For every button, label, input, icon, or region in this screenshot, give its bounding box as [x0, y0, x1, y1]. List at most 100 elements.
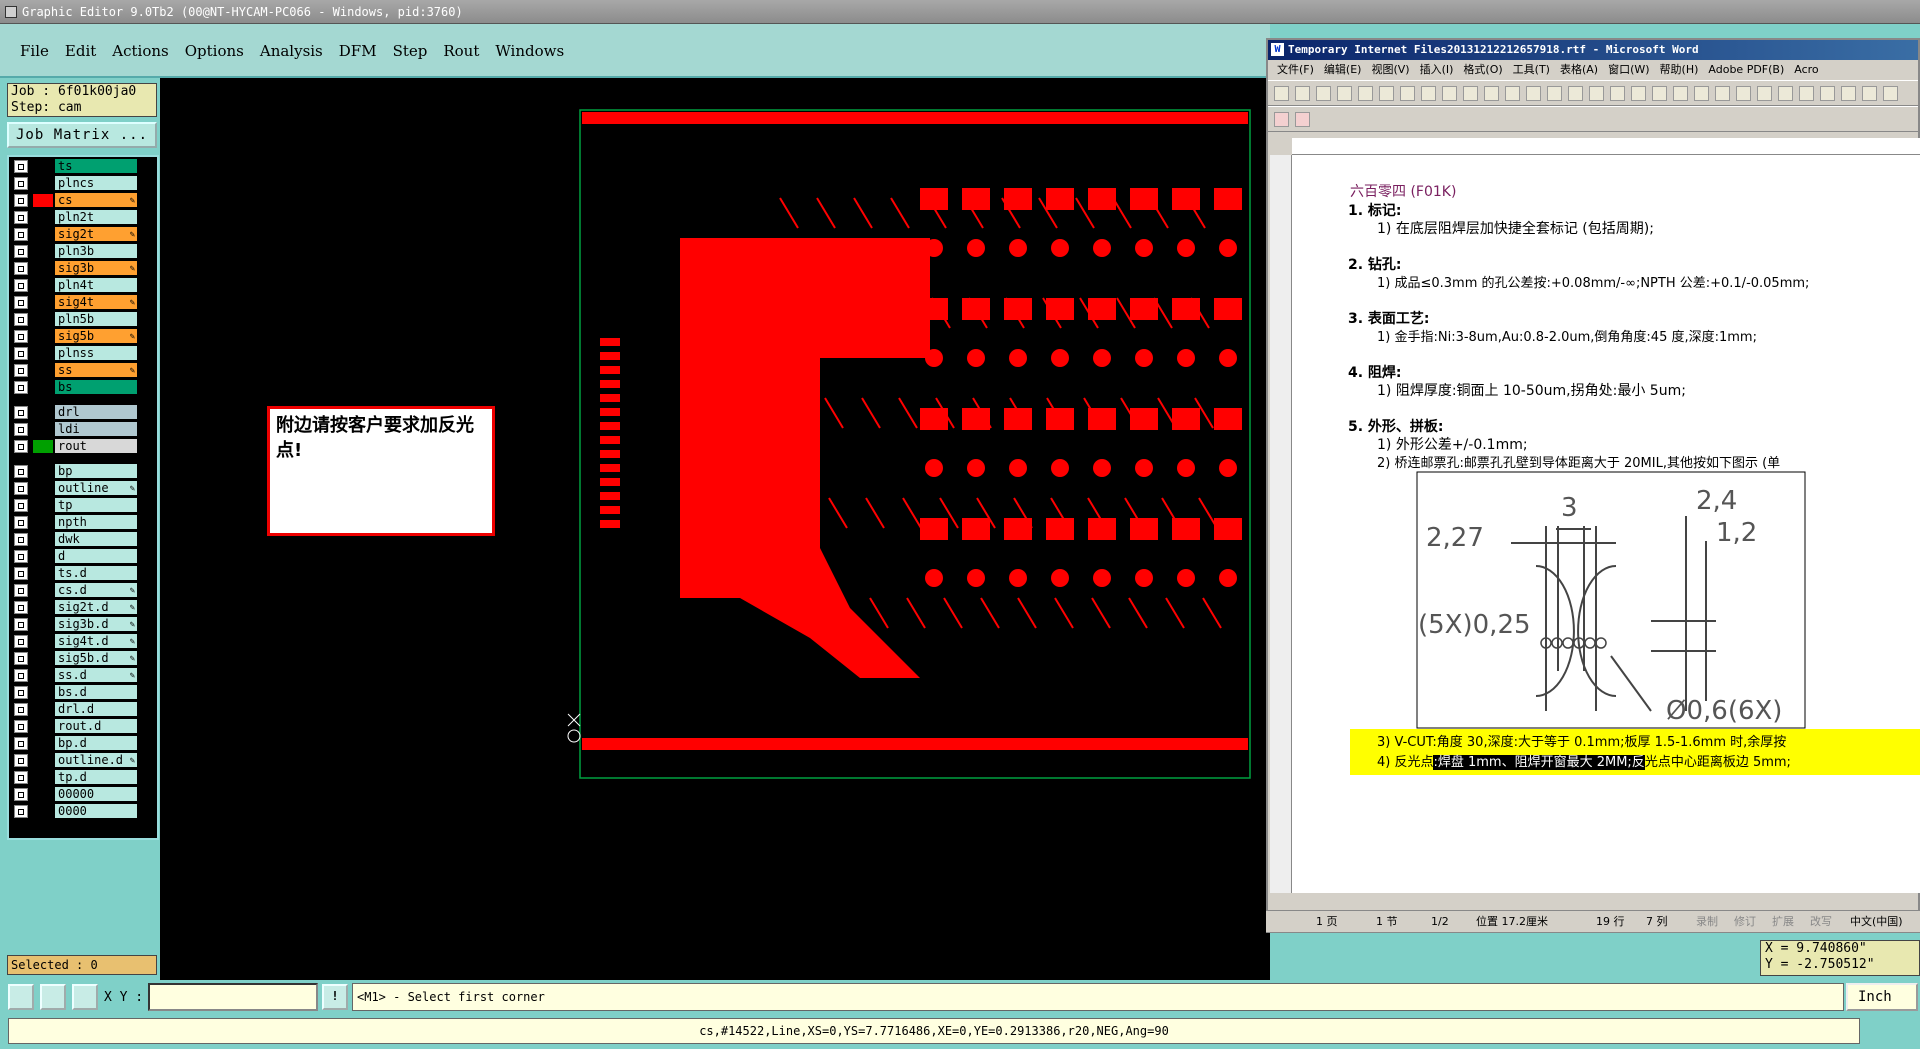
layer-row-bp[interactable]: bp: [11, 464, 157, 478]
layer-checkbox[interactable]: [14, 423, 28, 436]
menu-dfm[interactable]: DFM: [331, 42, 385, 60]
layer-row-bs[interactable]: bs: [11, 380, 157, 394]
layer-color-swatch[interactable]: [33, 805, 53, 818]
layer-name[interactable]: ts: [55, 159, 137, 173]
layer-row-ss-d[interactable]: ss.d ✎: [11, 668, 157, 682]
pdf-convert-icon[interactable]: [1274, 112, 1289, 127]
layer-row-drl-d[interactable]: drl.d: [11, 702, 157, 716]
layer-color-swatch[interactable]: [33, 686, 53, 699]
toolbar-button-icon[interactable]: [1799, 86, 1814, 101]
layer-row-pln4t[interactable]: pln4t: [11, 278, 157, 292]
layer-row-sig4t-d[interactable]: sig4t.d ✎: [11, 634, 157, 648]
layer-checkbox[interactable]: [14, 737, 28, 750]
layer-color-swatch[interactable]: [33, 635, 53, 648]
toolbar-button-icon[interactable]: [1568, 86, 1583, 101]
layer-name[interactable]: sig5b ✎: [55, 329, 137, 343]
horizontal-ruler[interactable]: [1292, 138, 1920, 155]
layer-name[interactable]: pln3b: [55, 244, 137, 258]
menu-windows[interactable]: Windows: [487, 42, 572, 60]
toolbar-button-icon[interactable]: [1589, 86, 1604, 101]
layer-name[interactable]: sig3b ✎: [55, 261, 137, 275]
word-menu-acro[interactable]: Acro: [1794, 63, 1818, 76]
layer-color-swatch[interactable]: [33, 177, 53, 190]
layer-checkbox[interactable]: [14, 228, 28, 241]
layer-checkbox[interactable]: [14, 211, 28, 224]
toolbar-button-icon[interactable]: [1463, 86, 1478, 101]
layer-name[interactable]: ss ✎: [55, 363, 137, 377]
status-ext[interactable]: 扩展: [1772, 911, 1794, 933]
layer-color-swatch[interactable]: [33, 296, 53, 309]
layer-checkbox[interactable]: [14, 499, 28, 512]
layer-color-swatch[interactable]: [33, 567, 53, 580]
layer-color-swatch[interactable]: [33, 618, 53, 631]
xy-input[interactable]: [148, 983, 318, 1011]
layer-row-sig5b-d[interactable]: sig5b.d ✎: [11, 651, 157, 665]
layer-row-sig2t[interactable]: sig2t ✎: [11, 227, 157, 241]
layer-name[interactable]: pln4t: [55, 278, 137, 292]
layer-color-swatch[interactable]: [33, 440, 53, 453]
layer-name[interactable]: bp.d: [55, 736, 137, 750]
layer-name[interactable]: bp: [55, 464, 137, 478]
layer-color-swatch[interactable]: [33, 211, 53, 224]
layer-checkbox[interactable]: [14, 686, 28, 699]
layer-name[interactable]: sig2t ✎: [55, 227, 137, 241]
toolbar-button-icon[interactable]: [1778, 86, 1793, 101]
layer-row-bs-d[interactable]: bs.d: [11, 685, 157, 699]
toolbar-button-icon[interactable]: [1442, 86, 1457, 101]
layer-name[interactable]: ss.d ✎: [55, 668, 137, 682]
layer-row-cs[interactable]: cs ✎: [11, 193, 157, 207]
measure-icon[interactable]: [40, 984, 66, 1010]
toolbar-button-icon[interactable]: [1652, 86, 1667, 101]
layer-checkbox[interactable]: [14, 720, 28, 733]
layer-row-dwk[interactable]: dwk: [11, 532, 157, 546]
word-menu-adobe[interactable]: Adobe PDF(B): [1708, 63, 1784, 76]
layer-name[interactable]: sig4t ✎: [55, 295, 137, 309]
layer-row-plnss[interactable]: plnss: [11, 346, 157, 360]
menu-options[interactable]: Options: [177, 42, 252, 60]
menu-file[interactable]: File: [12, 42, 57, 60]
word-menu-format[interactable]: 格式(O): [1463, 63, 1502, 76]
layer-checkbox[interactable]: [14, 245, 28, 258]
toolbar-button-icon[interactable]: [1526, 86, 1541, 101]
layer-row-ts[interactable]: ts: [11, 159, 157, 173]
layer-row-ts-d[interactable]: ts.d: [11, 566, 157, 580]
layer-name[interactable]: sig2t.d ✎: [55, 600, 137, 614]
menu-step[interactable]: Step: [385, 42, 436, 60]
layer-color-swatch[interactable]: [33, 245, 53, 258]
layer-row-sig3b[interactable]: sig3b ✎: [11, 261, 157, 275]
layer-checkbox[interactable]: [14, 482, 28, 495]
layer-name[interactable]: sig5b.d ✎: [55, 651, 137, 665]
layer-color-swatch[interactable]: [33, 737, 53, 750]
layer-checkbox[interactable]: [14, 516, 28, 529]
toolbar-button-icon[interactable]: [1694, 86, 1709, 101]
layer-row-sig4t[interactable]: sig4t ✎: [11, 295, 157, 309]
layer-row-rout-d[interactable]: rout.d: [11, 719, 157, 733]
layer-name[interactable]: ts.d: [55, 566, 137, 580]
layer-color-swatch[interactable]: [33, 703, 53, 716]
menu-rout[interactable]: Rout: [435, 42, 487, 60]
layer-color-swatch[interactable]: [33, 364, 53, 377]
layer-checkbox[interactable]: [14, 550, 28, 563]
layer-checkbox[interactable]: [14, 347, 28, 360]
layer-row-tp-d[interactable]: tp.d: [11, 770, 157, 784]
grid-icon[interactable]: [72, 984, 98, 1010]
layer-checkbox[interactable]: [14, 703, 28, 716]
layer-row-plncs[interactable]: plncs: [11, 176, 157, 190]
layer-name[interactable]: plncs: [55, 176, 137, 190]
layer-name[interactable]: dwk: [55, 532, 137, 546]
layer-color-swatch[interactable]: [33, 499, 53, 512]
word-menu-edit[interactable]: 编辑(E): [1324, 63, 1362, 76]
layer-row-sig2t-d[interactable]: sig2t.d ✎: [11, 600, 157, 614]
layer-name[interactable]: outline.d ✎: [55, 753, 137, 767]
layer-row-sig3b-d[interactable]: sig3b.d ✎: [11, 617, 157, 631]
layer-name[interactable]: sig4t.d ✎: [55, 634, 137, 648]
layer-row-pln2t[interactable]: pln2t: [11, 210, 157, 224]
layer-name[interactable]: outline ✎: [55, 481, 137, 495]
word-menu-tools[interactable]: 工具(T): [1513, 63, 1550, 76]
units-selector[interactable]: Inch: [1846, 983, 1918, 1011]
layer-checkbox[interactable]: [14, 805, 28, 818]
layer-name[interactable]: cs ✎: [55, 193, 137, 207]
layer-color-swatch[interactable]: [33, 262, 53, 275]
layer-checkbox[interactable]: [14, 381, 28, 394]
toolbar-button-icon[interactable]: [1484, 86, 1499, 101]
